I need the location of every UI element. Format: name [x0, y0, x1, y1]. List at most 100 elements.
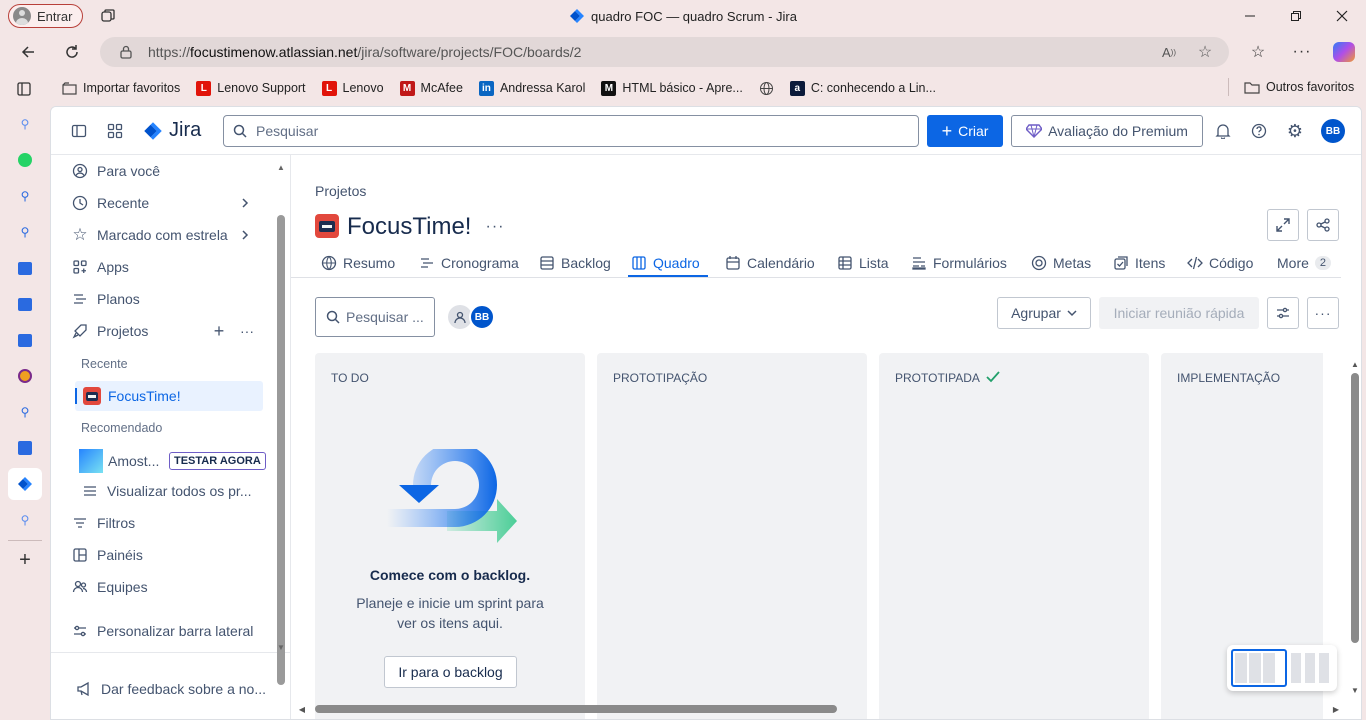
bookmark-lenovo-support[interactable]: L Lenovo Support [196, 80, 306, 96]
other-favorites[interactable]: Outros favoritos [1244, 80, 1354, 94]
project-more-icon[interactable]: ··· [483, 217, 507, 237]
bookmark-html[interactable]: M HTML básico - Apre... [601, 80, 743, 96]
tab-more[interactable]: More 2 [1277, 251, 1332, 275]
bookmark-lenovo[interactable]: L Lenovo [321, 80, 384, 96]
search-icon[interactable]: ⚲ [15, 402, 35, 422]
notifications-icon[interactable] [1213, 121, 1233, 141]
sidebar-scrollbar[interactable] [277, 215, 285, 685]
more-menu-icon[interactable]: ··· [1292, 42, 1312, 62]
sidebar-item-dashboards[interactable]: Painéis [71, 539, 143, 571]
refresh-icon[interactable] [62, 42, 82, 62]
sidebar-item-customize[interactable]: Personalizar barra lateral [71, 615, 253, 647]
minimize-icon[interactable] [1240, 6, 1260, 26]
share-button[interactable] [1307, 209, 1339, 241]
sidebar-item-filters[interactable]: Filtros [71, 507, 135, 539]
close-window-icon[interactable] [1332, 6, 1352, 26]
search-icon[interactable]: ⚲ [15, 510, 35, 530]
tab-summary[interactable]: Resumo [321, 251, 395, 275]
bookmark-alura[interactable]: a C: conhecendo a Lin... [789, 80, 936, 96]
global-search-input[interactable]: Pesquisar [223, 115, 919, 147]
add-project-icon[interactable]: + [211, 321, 227, 341]
board-settings-button[interactable] [1267, 297, 1299, 329]
bookmark-mcafee[interactable]: M McAfee [399, 80, 463, 96]
sidebar-item-plans[interactable]: Planos [71, 283, 140, 315]
tab-board[interactable]: Quadro [631, 251, 700, 275]
chevron-right-icon[interactable] [237, 195, 253, 211]
scroll-right-icon[interactable]: ▶ [1331, 704, 1341, 714]
fullscreen-button[interactable] [1267, 209, 1299, 241]
tab-code[interactable]: Código [1187, 251, 1253, 275]
jira-logo[interactable]: Jira [143, 119, 201, 142]
star-icon: ☆ [72, 225, 88, 244]
go-to-backlog-button[interactable]: Ir para o backlog [384, 656, 517, 688]
scroll-up-icon[interactable]: ▲ [1349, 359, 1361, 369]
premium-trial-button[interactable]: Avaliação do Premium [1011, 115, 1203, 147]
board-more-button[interactable]: ··· [1307, 297, 1339, 329]
favorites-icon[interactable]: ☆ [1248, 42, 1268, 62]
sidebar-item-projects[interactable]: Projetos [71, 315, 148, 347]
breadcrumb[interactable]: Projetos [315, 183, 366, 199]
tab-list[interactable]: Lista [837, 251, 889, 275]
sidebar-item-recent[interactable]: Recente [71, 187, 259, 219]
tab-items[interactable]: Itens [1113, 251, 1165, 275]
empty-state-body-2: ver os itens aqui. [397, 615, 503, 631]
back-icon[interactable] [18, 42, 38, 62]
tab-timeline[interactable]: Cronograma [419, 251, 519, 275]
tab-forms[interactable]: Formulários [911, 251, 1007, 275]
url-host: focustimenow.atlassian.net [190, 44, 358, 60]
collapse-sidebar-icon[interactable] [69, 121, 89, 141]
sidebar-item-for-you[interactable]: Para você [71, 155, 160, 187]
bookmark-linkedin[interactable]: in Andressa Karol [478, 80, 585, 96]
board-minimap[interactable] [1227, 645, 1337, 691]
quick-meeting-button[interactable]: Iniciar reunião rápida [1099, 297, 1259, 329]
window-title: quadro FOC — quadro Scrum - Jira [0, 8, 1366, 27]
search-icon[interactable]: ⚲ [15, 186, 35, 206]
profile-card-icon[interactable] [15, 294, 35, 314]
app-icon[interactable] [15, 366, 35, 386]
whatsapp-icon[interactable] [15, 150, 35, 170]
tab-calendar[interactable]: Calendário [725, 251, 815, 275]
board-horizontal-scrollbar[interactable] [315, 705, 837, 713]
tab-goals[interactable]: Metas [1031, 251, 1091, 275]
address-bar[interactable]: https://focustimenow.atlassian.net/jira/… [100, 37, 1229, 67]
sidebar-item-starred[interactable]: ☆ Marcado com estrela [71, 219, 227, 251]
scroll-down-icon[interactable]: ▼ [1349, 685, 1361, 695]
search-icon[interactable]: ⚲ [15, 114, 35, 134]
sidebar-item-teams[interactable]: Equipes [71, 571, 148, 603]
profile-card-icon[interactable] [15, 330, 35, 350]
try-now-badge[interactable]: TESTAR AGORA [169, 452, 266, 470]
restore-icon[interactable] [1286, 6, 1306, 26]
member-avatar[interactable]: BB [469, 304, 495, 330]
tab-backlog[interactable]: Backlog [539, 251, 611, 275]
projects-more-icon[interactable]: ··· [239, 323, 255, 339]
sidebar-item-view-all[interactable]: Visualizar todos os pr... [81, 475, 251, 507]
read-aloud-icon[interactable]: A)) [1160, 43, 1178, 61]
document-icon[interactable] [15, 438, 35, 458]
copilot-icon[interactable] [1333, 42, 1355, 62]
group-by-dropdown[interactable]: Agrupar [997, 297, 1091, 329]
user-avatar[interactable]: BB [1321, 119, 1345, 143]
search-icon[interactable]: ⚲ [15, 222, 35, 242]
url-prefix: https:// [148, 44, 191, 60]
app-switcher-icon[interactable] [105, 121, 125, 141]
lock-icon[interactable] [117, 43, 135, 61]
add-icon[interactable]: + [15, 549, 35, 571]
expand-icon [1276, 218, 1290, 232]
bookmark-globe[interactable] [759, 81, 774, 96]
sidebar-item-sample-project[interactable]: Amost... TESTAR AGORA [79, 447, 267, 477]
sidebar-item-focustime[interactable]: FocusTime! [75, 381, 263, 411]
scroll-up-icon[interactable]: ▲ [276, 163, 286, 172]
scroll-down-icon[interactable]: ▼ [276, 643, 286, 652]
board-vertical-scrollbar[interactable] [1351, 373, 1359, 643]
favorite-star-icon[interactable]: ☆ [1196, 43, 1214, 61]
settings-gear-icon[interactable]: ⚙ [1285, 121, 1305, 141]
sidebar-feedback[interactable]: Dar feedback sobre a no... [75, 673, 266, 705]
chevron-right-icon[interactable] [237, 227, 253, 243]
sidebar-item-apps[interactable]: Apps [71, 251, 129, 283]
profile-card-icon[interactable] [15, 258, 35, 278]
create-button[interactable]: + Criar [927, 115, 1003, 147]
scroll-left-icon[interactable]: ◀ [297, 704, 307, 714]
jira-sidebar-icon[interactable] [8, 468, 42, 500]
help-icon[interactable] [1249, 121, 1269, 141]
bookmark-import[interactable]: Importar favoritos [62, 81, 180, 96]
